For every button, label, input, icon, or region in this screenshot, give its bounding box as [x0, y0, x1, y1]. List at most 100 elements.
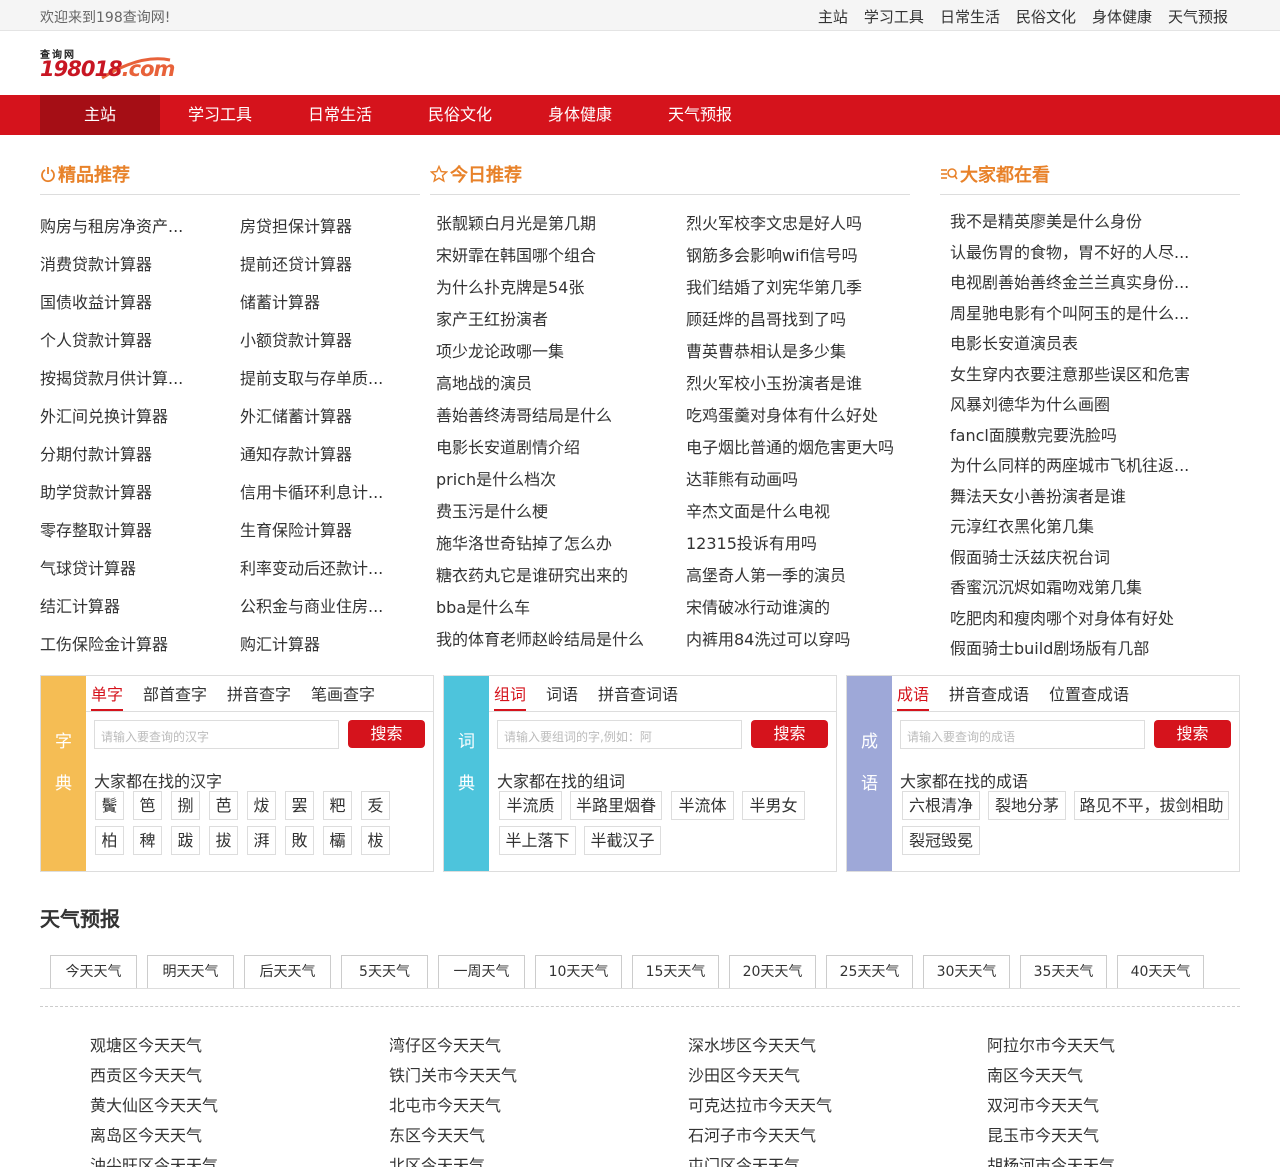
list-item[interactable]: 购汇计算器 [240, 631, 420, 655]
chip-item[interactable]: 裂地分茅 [988, 791, 1066, 820]
list-item[interactable]: 为什么扑克牌是54张 [436, 274, 676, 298]
list-item[interactable]: 达菲熊有动画吗 [686, 466, 916, 490]
list-item[interactable]: 工伤保险金计算器 [40, 631, 220, 655]
weather-city-link[interactable]: 东区今天天气 [389, 1122, 485, 1146]
list-item[interactable]: 高地战的演员 [436, 370, 676, 394]
list-item[interactable]: 宋倩破冰行动谁演的 [686, 594, 916, 618]
weather-tab[interactable]: 一周天气 [438, 955, 525, 988]
list-item[interactable]: bba是什么车 [436, 594, 676, 618]
list-item[interactable]: 生育保险计算器 [240, 517, 420, 541]
chip-item[interactable]: 炦 [247, 791, 276, 820]
list-item[interactable]: 施华洛世奇钻掉了怎么办 [436, 530, 676, 554]
list-item[interactable]: 项少龙论政哪一集 [436, 338, 676, 362]
list-item[interactable]: 内裤用84洗过可以穿吗 [686, 626, 916, 650]
tab-ciyu[interactable]: 词语 [546, 681, 578, 705]
chip-item[interactable]: 路见不平，拔剑相助 [1074, 791, 1229, 820]
chip-item[interactable]: 拔 [209, 826, 238, 855]
list-item[interactable]: 女生穿内衣要注意那些误区和危害 [950, 361, 1200, 385]
chip-item[interactable]: 半流体 [671, 791, 734, 820]
nav-item-weather[interactable]: 天气预报 [640, 95, 760, 135]
chip-item[interactable]: 捌 [171, 791, 200, 820]
list-item[interactable]: 国债收益计算器 [40, 289, 220, 313]
chip-item[interactable]: 欛 [323, 826, 352, 855]
list-item[interactable]: 舞法天女小善扮演者是谁 [950, 483, 1200, 507]
tab-zuci[interactable]: 组词 [494, 681, 527, 711]
top-link-study[interactable]: 学习工具 [864, 6, 924, 27]
chip-item[interactable]: 柏 [95, 826, 124, 855]
list-item[interactable]: 公积金与商业住房... [240, 593, 420, 617]
list-item[interactable]: 风暴刘德华为什么画圈 [950, 391, 1200, 415]
tab-pinyin-chengyu[interactable]: 拼音查成语 [949, 681, 1029, 705]
cidian-search-button[interactable]: 搜索 [751, 720, 828, 748]
cidian-search-input[interactable]: 请输入要组词的字,例如：阿 [497, 720, 742, 749]
nav-item-folk[interactable]: 民俗文化 [400, 95, 520, 135]
list-item[interactable]: 电影长安道演员表 [950, 330, 1200, 354]
list-item[interactable]: 烈火军校李文忠是好人吗 [686, 210, 916, 234]
list-item[interactable]: prich是什么档次 [436, 466, 676, 490]
list-item[interactable]: 烈火军校小玉扮演者是谁 [686, 370, 916, 394]
list-item[interactable]: 气球贷计算器 [40, 555, 220, 579]
weather-city-link[interactable]: 湾仔区今天天气 [389, 1032, 501, 1056]
weather-tab[interactable]: 20天天气 [729, 955, 816, 988]
weather-tab[interactable]: 40天天气 [1117, 955, 1204, 988]
list-item[interactable]: 我不是精英廖美是什么身份 [950, 208, 1200, 232]
nav-item-life[interactable]: 日常生活 [280, 95, 400, 135]
list-item[interactable]: 外汇间兑换计算器 [40, 403, 220, 427]
weather-tab[interactable]: 10天天气 [535, 955, 622, 988]
weather-city-link[interactable]: 铁门关市今天天气 [389, 1062, 517, 1086]
list-item[interactable]: 储蓄计算器 [240, 289, 420, 313]
chip-item[interactable]: 罢 [285, 791, 314, 820]
weather-tab[interactable]: 明天天气 [147, 955, 234, 988]
chip-item[interactable]: 稗 [133, 826, 162, 855]
zidian-search-button[interactable]: 搜索 [348, 720, 425, 748]
list-item[interactable]: 宋妍霏在韩国哪个组合 [436, 242, 676, 266]
weather-city-link[interactable]: 油尖旺区今天天气 [90, 1152, 218, 1167]
nav-item-main[interactable]: 主站 [40, 95, 160, 135]
weather-tab[interactable]: 30天天气 [923, 955, 1010, 988]
list-item[interactable]: 电子烟比普通的烟危害更大吗 [686, 434, 916, 458]
list-item[interactable]: 提前还贷计算器 [240, 251, 420, 275]
weather-city-link[interactable]: 双河市今天天气 [987, 1092, 1099, 1116]
list-item[interactable]: 香蜜沉沉烬如霜吻戏第几集 [950, 574, 1200, 598]
chip-item[interactable]: 六根清净 [902, 791, 980, 820]
list-item[interactable]: 外汇储蓄计算器 [240, 403, 420, 427]
list-item[interactable]: 吃肥肉和瘦肉哪个对身体有好处 [950, 605, 1200, 629]
list-item[interactable]: 高堡奇人第一季的演员 [686, 562, 916, 586]
list-item[interactable]: 我的体育老师赵岭结局是什么 [436, 626, 676, 650]
chip-item[interactable]: 敗 [285, 826, 314, 855]
weather-city-link[interactable]: 北区今天天气 [389, 1152, 485, 1167]
list-item[interactable]: 消费贷款计算器 [40, 251, 220, 275]
weather-city-link[interactable]: 黄大仙区今天天气 [90, 1092, 218, 1116]
tab-dan-zi[interactable]: 单字 [91, 681, 124, 711]
weather-city-link[interactable]: 深水埗区今天天气 [688, 1032, 816, 1056]
tab-bushou[interactable]: 部首查字 [143, 681, 207, 705]
list-item[interactable]: 房贷担保计算器 [240, 213, 420, 237]
nav-item-health[interactable]: 身体健康 [520, 95, 640, 135]
list-item[interactable]: 信用卡循环利息计... [240, 479, 420, 503]
list-item[interactable]: 结汇计算器 [40, 593, 220, 617]
chengyu-search-button[interactable]: 搜索 [1154, 720, 1231, 748]
weather-city-link[interactable]: 南区今天天气 [987, 1062, 1083, 1086]
tab-weizhi-chengyu[interactable]: 位置查成语 [1049, 681, 1129, 705]
list-item[interactable]: 零存整取计算器 [40, 517, 220, 541]
list-item[interactable]: 认最伤胃的食物，胃不好的人尽... [950, 239, 1200, 263]
weather-city-link[interactable]: 观塘区今天天气 [90, 1032, 202, 1056]
weather-city-link[interactable]: 西贡区今天天气 [90, 1062, 202, 1086]
list-item[interactable]: 周星驰电影有个叫阿玉的是什么... [950, 300, 1200, 324]
weather-city-link[interactable]: 可克达拉市今天天气 [688, 1092, 832, 1116]
top-link-main[interactable]: 主站 [818, 6, 848, 27]
list-item[interactable]: 假面骑士沃兹庆祝台词 [950, 544, 1200, 568]
weather-city-link[interactable]: 北屯市今天天气 [389, 1092, 501, 1116]
list-item[interactable]: 我们结婚了刘宪华第几季 [686, 274, 916, 298]
list-item[interactable]: 通知存款计算器 [240, 441, 420, 465]
weather-tab[interactable]: 25天天气 [826, 955, 913, 988]
tab-pinyin-ci[interactable]: 拼音查词语 [598, 681, 678, 705]
list-item[interactable]: 个人贷款计算器 [40, 327, 220, 351]
list-item[interactable]: 善始善终涛哥结局是什么 [436, 402, 676, 426]
weather-city-link[interactable]: 昆玉市今天天气 [987, 1122, 1099, 1146]
top-link-folk[interactable]: 民俗文化 [1016, 6, 1076, 27]
weather-tab[interactable]: 15天天气 [632, 955, 719, 988]
weather-city-link[interactable]: 屯门区今天天气 [688, 1152, 800, 1167]
chip-item[interactable]: 柭 [361, 826, 390, 855]
chengyu-search-input[interactable]: 请输入要查询的成语 [900, 720, 1145, 749]
